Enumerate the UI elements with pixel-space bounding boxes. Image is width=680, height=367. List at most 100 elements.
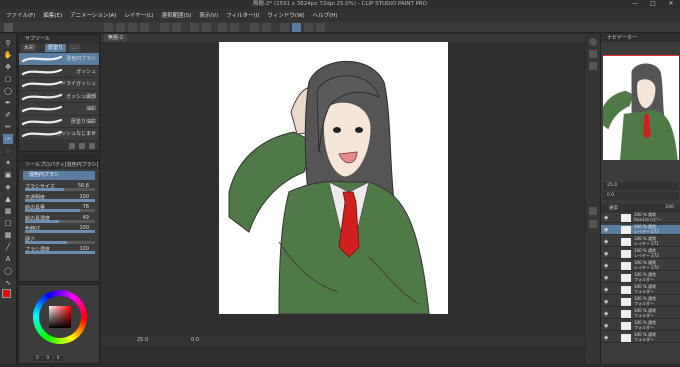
- color-value-h[interactable]: 0: [33, 356, 42, 361]
- redo-icon[interactable]: [172, 23, 181, 32]
- eyedropper-tool-icon[interactable]: ✒: [3, 98, 13, 108]
- navigator-preview[interactable]: [603, 55, 679, 160]
- lasso-tool-icon[interactable]: ◯: [3, 86, 13, 96]
- layer-search-tab-icon[interactable]: [589, 220, 597, 228]
- menu-view[interactable]: 表示(V): [199, 13, 218, 19]
- color-value-v[interactable]: 0: [53, 356, 63, 361]
- decoration-tool-icon[interactable]: ✦: [3, 158, 13, 168]
- hand-tool-icon[interactable]: ✋: [3, 50, 13, 60]
- eye-icon[interactable]: ◉: [604, 311, 608, 317]
- property-row[interactable]: 不透明度 100: [19, 193, 99, 204]
- grid-icon[interactable]: [104, 23, 113, 32]
- correct-line-tool-icon[interactable]: ∿: [3, 278, 13, 288]
- save-icon[interactable]: [140, 23, 149, 32]
- canvas-sheet[interactable]: [219, 42, 448, 314]
- layer-row[interactable]: ◉ 100 % 通常 レイヤー 270: [601, 260, 680, 271]
- layer-row[interactable]: ◉ 100 % 通常 フォルダー: [601, 272, 680, 283]
- eye-icon[interactable]: ◉: [604, 323, 608, 329]
- eraser-tool-icon[interactable]: ▣: [3, 170, 13, 180]
- brush-item[interactable]: 混色円ブラシ: [19, 53, 99, 66]
- text-tool-icon[interactable]: A: [3, 254, 13, 264]
- tab-thick-paint[interactable]: 厚塗り: [45, 44, 67, 52]
- balloon-tool-icon[interactable]: ◯: [3, 266, 13, 276]
- property-slider[interactable]: [25, 198, 95, 202]
- layer-row[interactable]: ◉ 100 % 通常 フォルダー: [601, 320, 680, 331]
- frame-tool-icon[interactable]: ▩: [3, 230, 13, 240]
- open-file-icon[interactable]: [128, 23, 137, 32]
- canvas-zoom-value[interactable]: 25.0: [137, 337, 148, 343]
- menu-help[interactable]: ヘルプ(H): [313, 13, 338, 19]
- eye-icon[interactable]: ◉: [604, 215, 608, 221]
- transform-icon[interactable]: [250, 23, 259, 32]
- navigator-zoom-value[interactable]: 25.0: [607, 183, 617, 188]
- brush-item[interactable]: ガッシュ: [19, 66, 99, 78]
- menu-filter[interactable]: フィルター(I): [226, 13, 259, 19]
- eye-icon[interactable]: ◉: [604, 287, 608, 293]
- eye-icon[interactable]: ◉: [604, 239, 608, 245]
- navigator-tab-icon[interactable]: [589, 38, 597, 46]
- property-row[interactable]: 色伸び 100: [19, 224, 99, 235]
- layer-property-tab-icon[interactable]: [589, 207, 597, 215]
- undo-icon[interactable]: [160, 23, 169, 32]
- selection-tool-icon[interactable]: ▢: [3, 74, 13, 84]
- fill-tool-icon[interactable]: ▲: [3, 194, 13, 204]
- deselect-icon[interactable]: [218, 23, 227, 32]
- layer-row[interactable]: ◉ 100 % 通常 フォルダー: [601, 332, 680, 343]
- close-button[interactable]: ✕: [662, 0, 680, 7]
- menu-selection[interactable]: 選択範囲(S): [161, 13, 191, 19]
- property-row[interactable]: ブラシサイズ 56.8: [19, 182, 99, 193]
- eye-icon[interactable]: ◉: [604, 251, 608, 257]
- brush-item[interactable]: ドライガッシュ: [19, 78, 99, 91]
- canvas-angle-value[interactable]: 0.0: [191, 337, 199, 343]
- layer-row[interactable]: ◉ 100 % 通常 フォルダー: [601, 284, 680, 295]
- move-tool-icon[interactable]: ✥: [3, 62, 13, 72]
- ruler-tool-icon[interactable]: ╱: [3, 242, 13, 252]
- brush-item[interactable]: 油彩: [19, 103, 99, 116]
- eye-icon[interactable]: ◉: [604, 335, 608, 341]
- snap-ruler-icon[interactable]: [292, 23, 301, 32]
- tab-more[interactable]: …: [69, 44, 80, 52]
- property-slider[interactable]: [25, 240, 95, 244]
- layer-row[interactable]: ◉ 100 % 通常 フォルダー: [601, 296, 680, 307]
- snap-grid-icon[interactable]: [304, 23, 313, 32]
- subtool-settings-icon[interactable]: [69, 143, 75, 149]
- snap-icon[interactable]: [280, 23, 289, 32]
- menu-icon[interactable]: [4, 23, 13, 32]
- layer-row[interactable]: ◉ 100 % 通常 レイヤー 273: [601, 224, 680, 235]
- color-value-s[interactable]: 0: [43, 356, 53, 361]
- layer-row[interactable]: ◉ 100 % 通常 フォルダー: [601, 308, 680, 319]
- property-row[interactable]: ブラシ濃度 100: [19, 245, 99, 256]
- property-row[interactable]: 硬さ: [19, 235, 99, 246]
- menu-animation[interactable]: アニメーション(A): [70, 13, 116, 19]
- main-color-swatch[interactable]: [2, 289, 11, 298]
- pencil-tool-icon[interactable]: ✏: [3, 122, 13, 132]
- brush-item[interactable]: ガッシュ縁部: [19, 91, 99, 103]
- zoom-tool-icon[interactable]: ⚲: [3, 38, 13, 48]
- snap-special-ruler-icon[interactable]: [316, 23, 325, 32]
- pen-tool-icon[interactable]: ✐: [3, 110, 13, 120]
- layer-row[interactable]: ◉ 100 % 通常 face1のコピー: [601, 212, 680, 223]
- layer-row[interactable]: ◉ 100 % 通常 レイヤー 271: [601, 236, 680, 247]
- property-slider[interactable]: [25, 230, 95, 233]
- minimize-button[interactable]: —: [626, 0, 644, 7]
- figure-tool-icon[interactable]: □: [3, 218, 13, 228]
- gradient-tool-icon[interactable]: ▦: [3, 206, 13, 216]
- property-slider[interactable]: [25, 251, 95, 254]
- menu-edit[interactable]: 編集(E): [43, 13, 62, 19]
- subview-tab-icon[interactable]: [589, 50, 597, 58]
- invert-selection-icon[interactable]: [230, 23, 239, 32]
- menu-layer[interactable]: レイヤー(L): [124, 13, 153, 19]
- layer-opacity[interactable]: 100: [665, 205, 674, 210]
- brush-tool-icon[interactable]: ✑: [3, 134, 13, 144]
- property-slider[interactable]: [25, 209, 95, 212]
- color-wheel[interactable]: [19, 285, 101, 365]
- blend-tool-icon[interactable]: ◈: [3, 182, 13, 192]
- eye-icon[interactable]: ◉: [604, 299, 608, 305]
- layer-blend-mode[interactable]: 通常: [609, 205, 618, 211]
- tab-watercolor[interactable]: 水彩: [21, 44, 38, 52]
- subtool-delete-icon[interactable]: [89, 143, 95, 149]
- menu-file[interactable]: ファイル(F): [6, 13, 35, 19]
- maximize-button[interactable]: □: [644, 0, 662, 7]
- property-slider[interactable]: [25, 219, 95, 223]
- eye-icon[interactable]: ◉: [604, 227, 608, 233]
